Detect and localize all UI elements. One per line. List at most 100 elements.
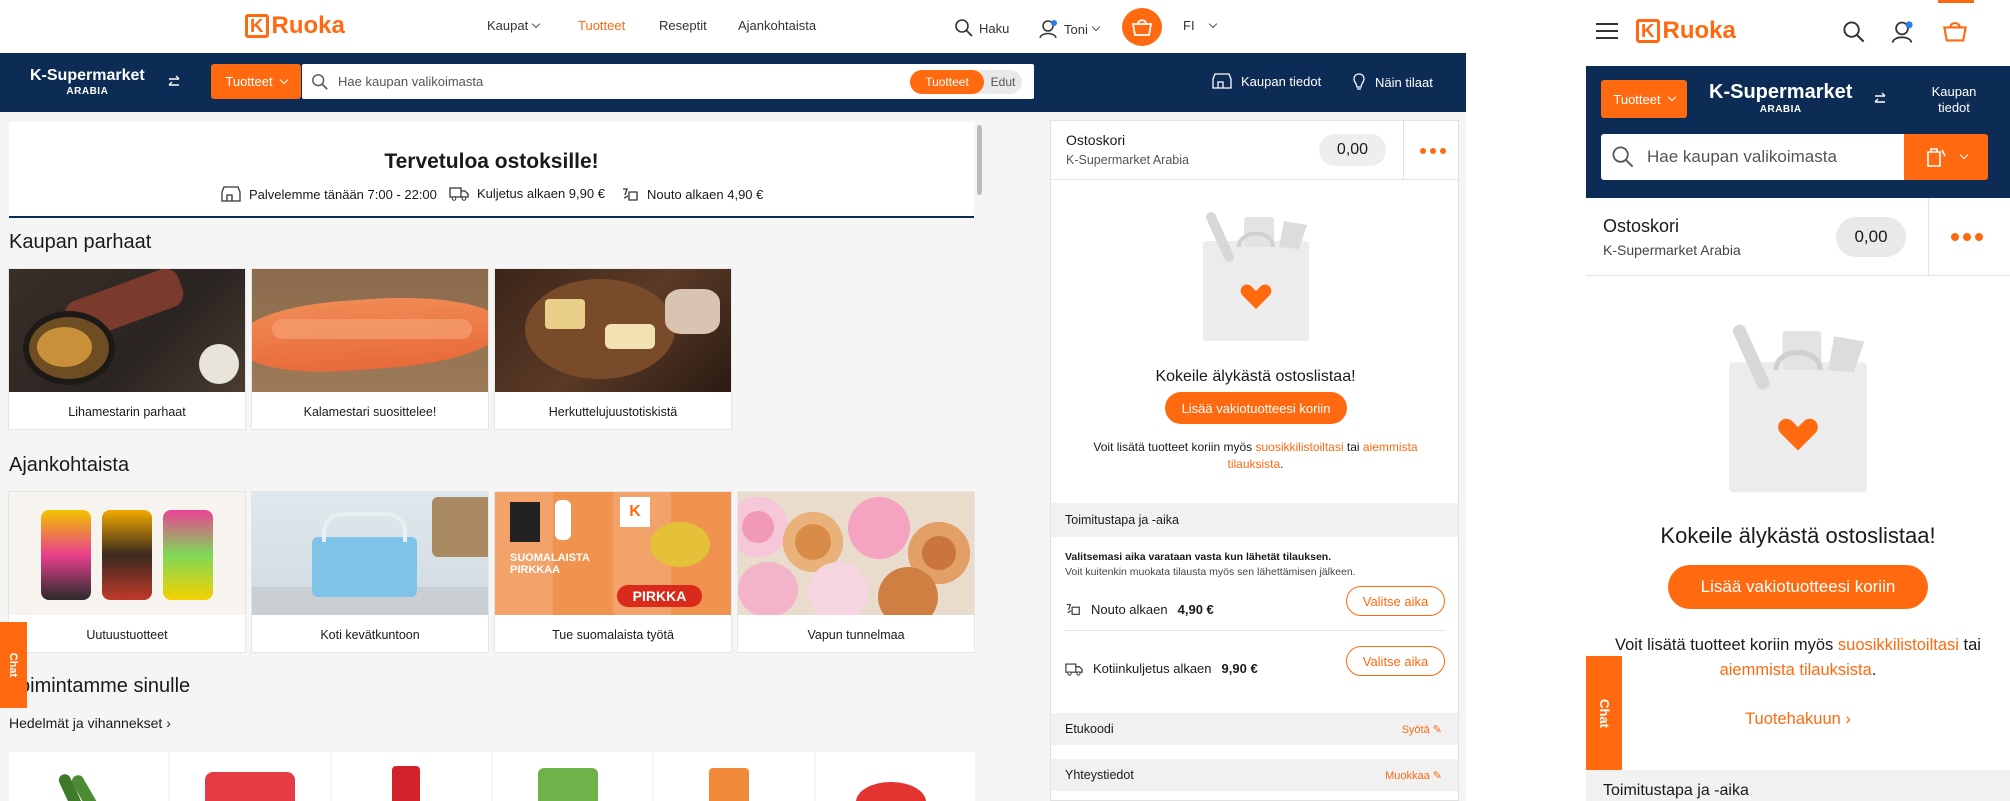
card-spring-cleaning-label: Koti kevätkuntoon	[320, 628, 420, 642]
card-cheese[interactable]: Herkuttelujuustotiskistä	[495, 269, 731, 429]
opening-hours: Palvelemme tänään 7:00 - 22:00	[221, 186, 437, 202]
nav-user[interactable]: Toni	[1037, 18, 1101, 40]
chevron-down-icon	[1667, 92, 1676, 102]
product-tile[interactable]	[170, 752, 330, 801]
section-title-news: Ajankohtaista	[9, 454, 130, 476]
logo-text: Ruoka	[1662, 17, 1736, 44]
cart-button[interactable]	[1122, 8, 1162, 46]
user-icon[interactable]	[1889, 19, 1915, 45]
basket-icon[interactable]	[1942, 19, 1968, 43]
content-scrollbar[interactable]	[977, 125, 982, 195]
nav-kaupat[interactable]: Kaupat	[487, 18, 541, 33]
choose-time-label: Valitse aika	[1362, 653, 1429, 669]
how-to-order-link[interactable]: Näin tilaat	[1352, 73, 1433, 91]
product-tile[interactable]	[492, 752, 653, 801]
choose-delivery-time-button[interactable]: Valitse aika	[1346, 646, 1445, 676]
add-regular-products-button[interactable]: Lisää vakiotuotteesi koriin	[1668, 565, 1928, 609]
cart-note: Voit lisätä tuotteet koriin myös suosikk…	[1071, 439, 1440, 473]
nav-reseptit[interactable]: Reseptit	[659, 18, 707, 33]
add-regular-products-label: Lisää vakiotuotteesi koriin	[1700, 577, 1896, 596]
card-vappu[interactable]: Vapun tunnelmaa	[738, 492, 974, 652]
products-dropdown-label: Tuotteet	[225, 74, 273, 89]
products-dropdown-button[interactable]: Tuotteet	[211, 64, 301, 99]
product-tile[interactable]	[815, 752, 975, 801]
delivery-method-title: Toimitustapa ja -aika	[1603, 782, 1749, 799]
cart-total: 0,00	[1836, 217, 1906, 257]
discount-code-action[interactable]: Syötä ✎	[1402, 723, 1442, 736]
toggle-tuotteet[interactable]: Tuotteet	[910, 70, 984, 94]
pickup-icon	[1066, 603, 1080, 615]
language-select[interactable]: FI	[1183, 18, 1217, 33]
toggle-edut[interactable]: Edut	[984, 70, 1022, 94]
card-cheese-image	[495, 269, 731, 392]
chat-button[interactable]: Chat	[0, 622, 27, 708]
card-spring-cleaning[interactable]: Koti kevätkuntoon	[252, 492, 488, 652]
card-new-products[interactable]: Uutuustuotteet	[9, 492, 245, 652]
toggle-edut-label: Edut	[990, 75, 1016, 89]
card-finnish-work-image: SUOMALAISTA PIRKKAA K PIRKKA	[495, 492, 731, 615]
store-name[interactable]: K-Supermarket ARABIA	[30, 68, 145, 97]
card-fish[interactable]: Kalamestari suosittelee!	[252, 269, 488, 429]
contact-info-action-label: Muokkaa	[1385, 769, 1430, 782]
swap-icon[interactable]	[1873, 91, 1887, 107]
more-options-icon[interactable]	[1951, 233, 1983, 241]
cart-store: K-Supermarket Arabia	[1066, 153, 1189, 167]
card-meat[interactable]: Lihamestarin parhaat	[9, 269, 245, 429]
card-vappu-image	[738, 492, 974, 615]
product-tile[interactable]	[654, 752, 814, 801]
favorites-link[interactable]: suosikkilistoiltasi	[1256, 440, 1344, 454]
products-dropdown-button[interactable]: Tuotteet	[1601, 80, 1687, 118]
mobile-search-field[interactable]: Hae kaupan valikoimasta	[1601, 134, 1904, 180]
cart-note: Voit lisätä tuotteet koriin myös suosikk…	[1606, 633, 1990, 683]
add-regular-products-button[interactable]: Lisää vakiotuotteesi koriin	[1165, 392, 1347, 424]
kruoka-logo[interactable]: K Ruoka	[245, 12, 345, 40]
contact-info-row[interactable]: Yhteystiedot Muokkaa ✎	[1051, 759, 1458, 791]
pickup-info: Nouto alkaen 4,90 €	[621, 186, 763, 202]
add-regular-products-label: Lisää vakiotuotteesi koriin	[1181, 400, 1331, 416]
previous-orders-link[interactable]: aiemmista tilauksista	[1720, 661, 1872, 679]
choose-pickup-time-button[interactable]: Valitse aika	[1346, 586, 1445, 616]
search-icon	[312, 73, 328, 90]
search-icon[interactable]	[1842, 20, 1866, 44]
store-name[interactable]: K-Supermarket ARABIA	[1709, 82, 1852, 115]
product-tile[interactable]	[9, 752, 169, 801]
fruits-vegetables-link[interactable]: Hedelmät ja vihannekset ›	[9, 715, 171, 731]
more-options-icon[interactable]	[1420, 148, 1446, 154]
card-finnish-work[interactable]: SUOMALAISTA PIRKKAA K PIRKKA Tue suomala…	[495, 492, 731, 652]
nav-search[interactable]: Haku	[954, 18, 1009, 38]
product-tile[interactable]	[331, 752, 491, 801]
chevron-down-icon	[1091, 22, 1101, 32]
store-name-label: K-Supermarket	[1709, 81, 1853, 103]
product-search-link[interactable]: Tuotehakuun ›	[1586, 710, 2010, 729]
cart-panel: Ostoskori K-Supermarket Arabia 0,00 Koke…	[1050, 120, 1460, 801]
card-cheese-label: Herkuttelujuustotiskistä	[548, 405, 678, 419]
store-info-label: Kaupan tiedot	[1241, 73, 1322, 89]
swap-icon[interactable]	[167, 74, 181, 90]
store-icon	[1212, 73, 1232, 89]
smart-list-heading: Kokeile älykästä ostoslistaa!	[1660, 523, 1936, 548]
search-icon	[955, 19, 973, 37]
pickup-icon	[623, 188, 638, 201]
smart-list-heading: Kokeile älykästä ostoslistaa!	[1155, 368, 1356, 385]
home-delivery-label: Kotiinkuljetus alkaen	[1093, 661, 1212, 676]
chat-button[interactable]: Chat	[1586, 656, 1622, 770]
nav-tuotteet-label: Tuotteet	[578, 18, 626, 33]
discount-code-action-label: Syötä	[1401, 723, 1430, 736]
delivery-method-header: Toimitustapa ja -aika	[1051, 503, 1458, 537]
nav-ajankohtaista-label: Ajankohtaista	[738, 18, 817, 33]
logo-text: Ruoka	[271, 12, 345, 39]
nav-reseptit-label: Reseptit	[659, 18, 707, 33]
discount-code-row[interactable]: Etukoodi Syötä ✎	[1051, 713, 1458, 745]
favorites-link[interactable]: suosikkilistoiltasi	[1838, 636, 1959, 654]
search-scope-dropdown[interactable]	[1904, 134, 1988, 180]
store-info-link[interactable]: Kaupan tiedot	[1916, 84, 1992, 116]
home-delivery-price: 9,90 €	[1221, 661, 1258, 676]
chevron-down-icon	[279, 75, 288, 84]
contact-info-action[interactable]: Muokkaa ✎	[1385, 769, 1442, 782]
nav-ajankohtaista[interactable]: Ajankohtaista	[738, 18, 816, 33]
pickup-option: Nouto alkaen 4,90 €	[1065, 601, 1214, 617]
nav-tuotteet[interactable]: Tuotteet	[578, 18, 625, 33]
hamburger-menu-icon[interactable]	[1596, 22, 1618, 40]
store-info-link[interactable]: Kaupan tiedot	[1212, 73, 1321, 89]
kruoka-logo[interactable]: K Ruoka	[1636, 17, 1736, 45]
